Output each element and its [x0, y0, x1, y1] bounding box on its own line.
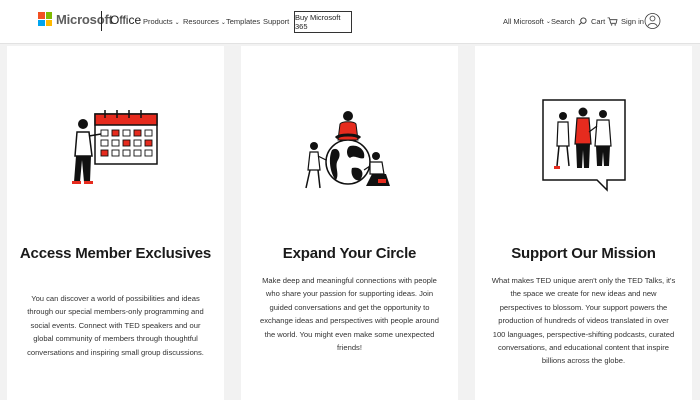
sign-in-link[interactable]: Sign in [621, 17, 644, 26]
brand-name[interactable]: Microsoft [56, 12, 113, 27]
all-microsoft-menu[interactable]: All Microsoft ⌄ [503, 17, 551, 26]
card-title: Support Our Mission [511, 245, 656, 262]
buy-microsoft-365-button[interactable]: Buy Microsoft 365 [294, 11, 352, 33]
card-expand-circle: Expand Your Circle Make deep and meaning… [241, 46, 458, 400]
card-support-mission: Support Our Mission What makes TED uniqu… [475, 46, 692, 400]
card-member-exclusives: Access Member Exclusives You can discove… [7, 46, 224, 400]
card-title: Access Member Exclusives [19, 245, 212, 262]
microsoft-logo-icon[interactable] [38, 12, 52, 26]
avatar-icon[interactable] [644, 11, 661, 31]
globe-people-illustration [241, 94, 458, 244]
card-title: Expand Your Circle [282, 245, 417, 262]
card-description: Make deep and meaningful connections wit… [260, 276, 439, 353]
chevron-down-icon: ⌄ [174, 20, 180, 26]
nav-resources[interactable]: Resources ⌄ [183, 17, 226, 26]
cart-icon [607, 17, 618, 26]
header-divider [101, 11, 102, 31]
card-description: What makes TED unique aren't only the TE… [491, 276, 676, 366]
search-button[interactable]: Search [551, 17, 587, 26]
card-description: You can discover a world of possibilitie… [27, 294, 204, 357]
nav-templates[interactable]: Templates [226, 17, 260, 26]
product-name[interactable]: Office [110, 13, 141, 27]
search-icon [578, 17, 587, 26]
nav-products[interactable]: Products ⌄ [143, 17, 180, 26]
calendar-person-illustration [7, 94, 224, 244]
nav-support[interactable]: Support [263, 17, 289, 26]
cart-button[interactable]: Cart [591, 17, 618, 26]
site-header: Microsoft Office Products ⌄ Resources ⌄ Te… [0, 0, 700, 44]
speech-bubble-people-illustration [475, 94, 692, 244]
